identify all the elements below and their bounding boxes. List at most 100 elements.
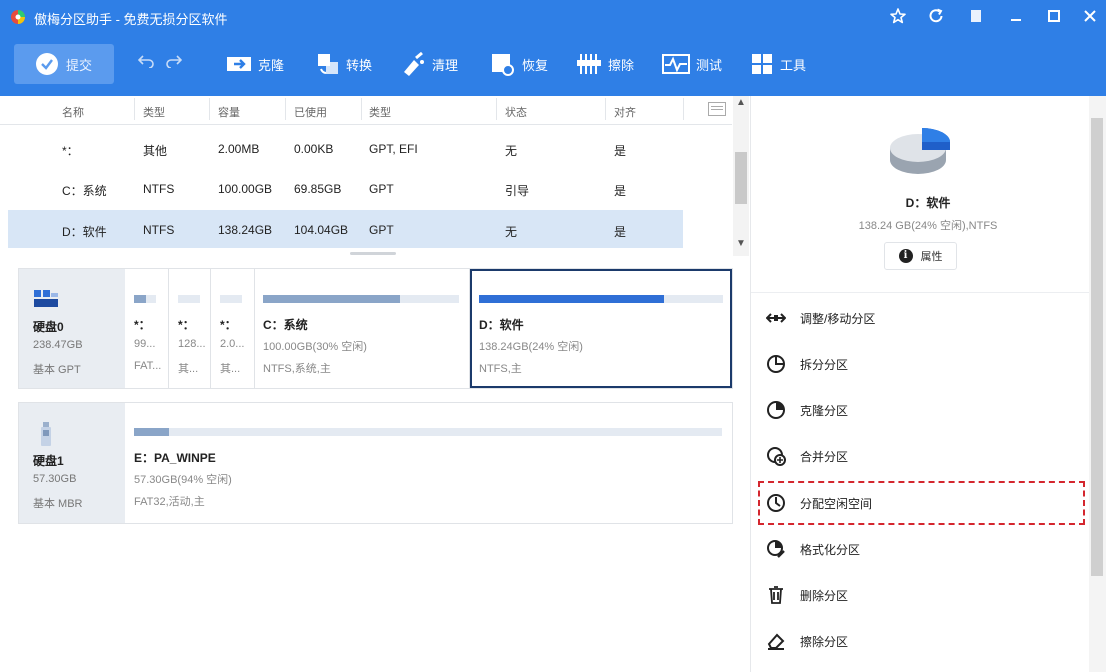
minimize-icon[interactable] — [1006, 7, 1026, 27]
details-divider — [751, 292, 1089, 293]
column-header-type[interactable]: 类型 — [369, 104, 391, 120]
action-clone-partition[interactable]: 克隆分区 — [766, 398, 848, 422]
star-icon[interactable] — [888, 7, 908, 27]
commit-label: 提交 — [65, 57, 92, 73]
column-divider — [285, 98, 286, 120]
disk-0-name: 硬盘0 — [33, 320, 64, 334]
partition-size: 128... — [178, 338, 206, 350]
partition-desc: 其... — [220, 363, 241, 375]
row-1-used: 69.85GB — [294, 182, 342, 196]
partition-size: 99... — [134, 338, 156, 350]
partition-label: *： — [220, 318, 237, 332]
action-resize-move[interactable]: 调整/移动分区 — [766, 306, 875, 330]
partition-size: 57.30GB(94% 空闲) — [134, 474, 232, 486]
row-0-status: 无 — [505, 144, 518, 158]
column-settings-icon[interactable] — [708, 102, 726, 116]
refresh-icon[interactable] — [926, 7, 946, 27]
disk-1-info[interactable]: 硬盘1 57.30GB 基本 MBR — [19, 403, 125, 523]
scroll-down-icon[interactable]: ▼ — [735, 238, 747, 249]
app-title: 傲梅分区助手 - 免费无损分区软件 — [34, 12, 228, 27]
column-header-name[interactable]: 名称 — [62, 104, 84, 120]
column-header-used[interactable]: 已使用 — [294, 104, 327, 120]
row-1-fs: NTFS — [143, 182, 175, 196]
table-scrollbar-thumb[interactable] — [735, 152, 747, 204]
partition-block-c[interactable]: C：系统 100.00GB(30% 空闲) NTFS,系统,主 — [255, 269, 470, 388]
details-scrollbar-thumb[interactable] — [1091, 118, 1103, 576]
partition-desc: NTFS,系统,主 — [263, 363, 331, 375]
commit-button[interactable]: 提交 — [14, 44, 114, 84]
resize-icon — [766, 313, 786, 323]
partition-usage-bar — [263, 295, 459, 303]
partition-usage-bar — [479, 295, 723, 303]
column-header-filesystem[interactable]: 类型 — [143, 104, 165, 120]
top-bar: 傲梅分区助手 - 免费无损分区软件 提交 克隆 转换 清理 恢复 擦除 测试 工… — [0, 0, 1106, 96]
row-0-used: 0.00KB — [294, 142, 334, 156]
splitter-handle[interactable] — [350, 252, 396, 255]
close-icon[interactable] — [1080, 7, 1100, 27]
delete-icon — [769, 586, 783, 604]
action-delete[interactable]: 删除分区 — [766, 583, 848, 607]
action-merge[interactable]: 合并分区 — [766, 444, 848, 468]
disk-0-info[interactable]: 硬盘0 238.47GB 基本 GPT — [19, 269, 125, 388]
details-title: D：软件 — [905, 196, 951, 210]
row-0-name[interactable]: *： — [62, 142, 79, 159]
action-split[interactable]: 拆分分区 — [766, 352, 848, 376]
redo-icon[interactable] — [166, 54, 183, 73]
partition-block[interactable]: *： 2.0... 其... — [211, 269, 255, 388]
highlight-annotation — [758, 481, 1085, 525]
clone-button[interactable]: 克隆 — [226, 50, 284, 78]
recover-icon — [492, 54, 514, 76]
partition-block-e[interactable]: E：PA_WINPE 57.30GB(94% 空闲) FAT32,活动,主 — [125, 403, 732, 523]
column-divider — [496, 98, 497, 120]
check-icon — [35, 53, 58, 75]
title-bar: 傲梅分区助手 - 免费无损分区软件 — [0, 0, 1106, 34]
partition-usage-bar — [134, 428, 722, 436]
maximize-icon[interactable] — [1044, 7, 1064, 27]
tools-button[interactable]: 工具 — [750, 50, 806, 78]
row-1-name[interactable]: C：系统 — [62, 182, 107, 199]
wipe-button[interactable]: 擦除 — [576, 50, 634, 78]
disk-0-size: 238.47GB — [33, 339, 83, 351]
format-icon — [767, 540, 785, 558]
disk-1-panel: 硬盘1 57.30GB 基本 MBR E：PA_WINPE 57.30GB(94… — [18, 402, 733, 524]
partition-desc: FAT32,活动,主 — [134, 496, 205, 508]
action-label: 删除分区 — [800, 588, 849, 603]
partition-block[interactable]: *： 99... FAT... — [125, 269, 169, 388]
properties-button[interactable]: i 属性 — [884, 242, 957, 270]
test-button[interactable]: 测试 — [662, 50, 722, 78]
clone-label: 克隆 — [258, 57, 285, 73]
row-2-name[interactable]: D：软件 — [62, 223, 107, 240]
column-header-capacity[interactable]: 容量 — [218, 104, 240, 120]
partition-label: E：PA_WINPE — [134, 451, 216, 465]
row-2-used: 104.04GB — [294, 223, 349, 237]
undo-icon[interactable] — [137, 54, 154, 73]
recover-button[interactable]: 恢复 — [490, 50, 548, 78]
action-erase[interactable]: 擦除分区 — [766, 629, 848, 653]
clean-button[interactable]: 清理 — [400, 50, 458, 78]
partition-block[interactable]: *： 128... 其... — [169, 269, 211, 388]
merge-icon — [767, 447, 786, 466]
usb-drive-icon — [41, 422, 51, 446]
partition-desc: NTFS,主 — [479, 363, 522, 375]
convert-button[interactable]: 转换 — [316, 50, 372, 78]
partition-label: *： — [178, 318, 195, 332]
partition-label: C：系统 — [263, 318, 308, 332]
row-0-capacity: 2.00MB — [218, 142, 260, 156]
partition-usage-fill — [479, 295, 665, 303]
column-header-status[interactable]: 状态 — [505, 104, 527, 120]
menu-icon[interactable] — [966, 7, 986, 27]
split-icon — [767, 355, 785, 373]
disk-1-style: 基本 MBR — [33, 498, 83, 510]
disk-1-size: 57.30GB — [33, 473, 77, 485]
column-divider — [605, 98, 606, 120]
row-2-aligned: 是 — [614, 225, 627, 239]
scroll-up-icon[interactable]: ▲ — [735, 97, 747, 108]
partition-block-d-selected[interactable]: D：软件 138.24GB(24% 空闲) NTFS,主 — [470, 269, 732, 388]
partition-desc: 其... — [178, 363, 199, 375]
partition-label: D：软件 — [479, 318, 524, 332]
disk-0-panel: 硬盘0 238.47GB 基本 GPT *： 99... FAT... *： 1… — [18, 268, 733, 389]
action-format[interactable]: 格式化分区 — [766, 537, 860, 561]
clone-partition-icon — [767, 401, 785, 419]
column-header-aligned[interactable]: 对齐 — [614, 104, 636, 120]
partition-usage-fill — [263, 295, 401, 303]
